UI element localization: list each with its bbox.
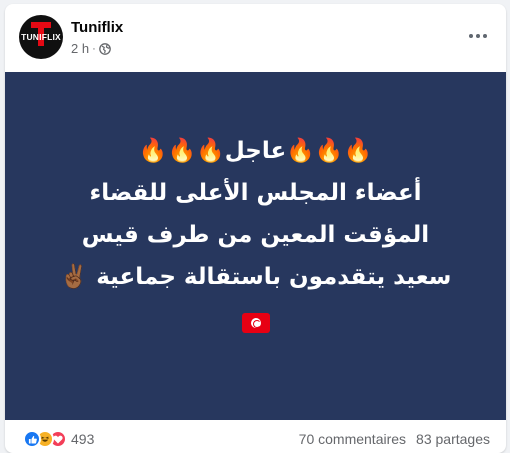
page-name-link[interactable]: Tuniflix [71, 19, 123, 36]
meta-separator: · [92, 42, 96, 55]
reaction-count[interactable]: 493 [71, 431, 94, 447]
post-stats: 70 commentaires 83 partages [299, 431, 490, 447]
post-image[interactable]: 🔥🔥🔥عاجل🔥🔥🔥 أعضاء المجلس الأعلى للقضاء ال… [5, 72, 506, 420]
post-footer: 493 70 commentaires 83 partages [5, 420, 506, 453]
shares-count-link[interactable]: 83 partages [416, 431, 490, 447]
globe-icon[interactable] [98, 42, 111, 55]
banner-line-4: سعيد يتقدمون باستقالة جماعية ✌🏾 [59, 264, 452, 290]
comments-count-link[interactable]: 70 commentaires [299, 431, 406, 447]
page-avatar[interactable]: TUNIFLIX [19, 15, 63, 59]
banner-line-2: أعضاء المجلس الأعلى للقضاء [89, 180, 422, 206]
reactions-summary[interactable]: 493 [23, 430, 94, 448]
logo-text: TUNIFLIX [21, 32, 61, 42]
more-options-icon[interactable] [464, 22, 492, 50]
like-reaction-icon [23, 430, 41, 448]
flag-row [241, 298, 270, 340]
post-header: TUNIFLIX Tuniflix 2 h · [5, 4, 506, 72]
post-card: TUNIFLIX Tuniflix 2 h · 🔥🔥🔥عاجل🔥🔥🔥 أعضاء… [5, 4, 506, 453]
banner-text: 🔥🔥🔥عاجل🔥🔥🔥 أعضاء المجلس الأعلى للقضاء ال… [5, 72, 506, 420]
tunisia-flag-icon [241, 312, 270, 333]
banner-line-1: 🔥🔥🔥عاجل🔥🔥🔥 [138, 138, 373, 164]
banner-line-3: المؤقت المعين من طرف قيس [81, 222, 430, 248]
post-time-link[interactable]: 2 h [71, 41, 89, 56]
post-meta: 2 h · [71, 41, 111, 56]
